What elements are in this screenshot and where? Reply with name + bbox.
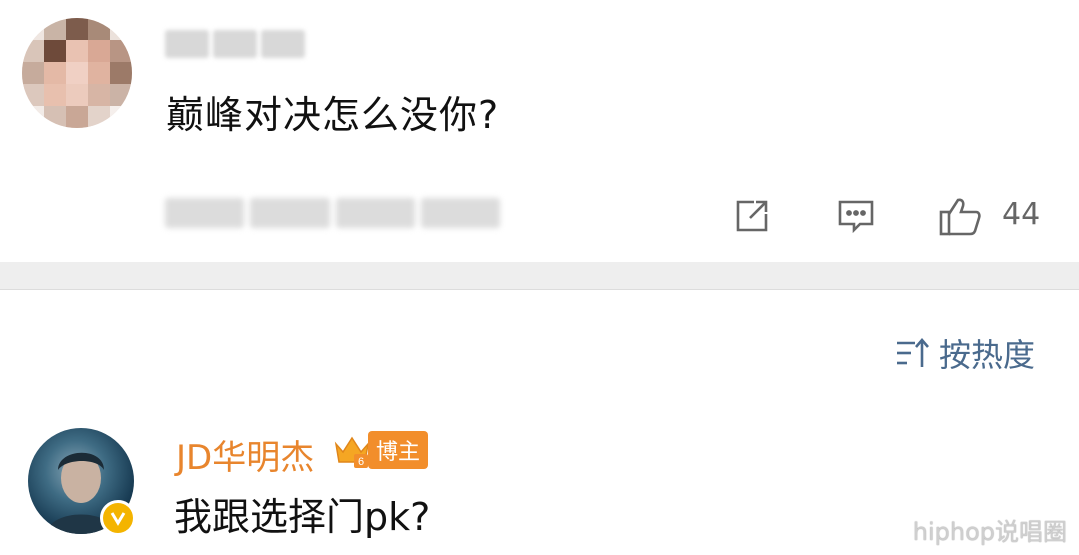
avatar[interactable] [22,18,132,128]
verified-icon [100,500,136,536]
reply-username[interactable]: JD华明杰 [176,430,314,479]
comment-icon[interactable] [836,196,876,236]
sort-icon [895,335,931,371]
share-icon[interactable] [732,196,772,236]
redacted-username [165,30,305,58]
reply-text: 我跟选择门pk? [174,495,431,539]
sort-by-hot-button[interactable]: 按热度 [895,330,1035,376]
thumbs-up-icon[interactable] [938,196,981,236]
crown-icon: 6 [332,430,372,470]
watermark: hiphop说唱圈 [912,518,1067,546]
blogger-label: 博主 [368,431,429,469]
section-divider [0,262,1079,290]
like-count: 44 [1002,197,1041,232]
sort-label: 按热度 [938,336,1035,374]
blogger-badge: 6 博主 [332,430,429,470]
comment-text: 巅峰对决怎么没你? [166,93,500,137]
comment-actions: 44 [0,190,1079,240]
top-comment-card: 巅峰对决怎么没你? 44 [0,0,1079,262]
crown-level: 6 [358,456,364,468]
avatar-pixelated-image [22,18,132,128]
